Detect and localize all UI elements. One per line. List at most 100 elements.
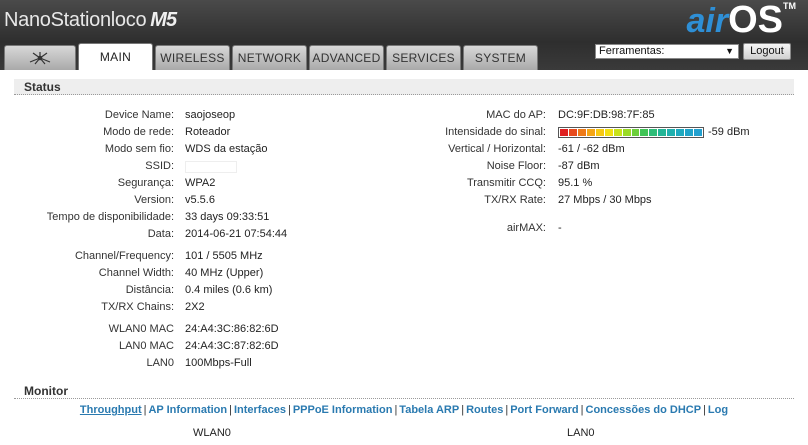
status-section-header: Status xyxy=(14,79,794,95)
row-lan0-mac: LAN0 MAC 24:A4:3C:87:82:6D xyxy=(0,340,808,354)
tab-services[interactable]: SERVICES xyxy=(386,45,461,70)
tab-wireless[interactable]: WIRELESS xyxy=(155,45,230,70)
interface-lan0-label: LAN0 xyxy=(567,427,595,439)
row-txrx-chains: TX/RX Chains: 2X2 xyxy=(0,301,808,315)
tab-network[interactable]: NETWORK xyxy=(232,45,307,70)
signal-segment xyxy=(658,129,667,136)
channel-width-value: 40 MHz (Upper) xyxy=(185,267,264,279)
link-throughput[interactable]: Throughput xyxy=(80,404,142,416)
row-signal-strength: Intensidade do sinal: -59 dBm xyxy=(0,126,808,140)
distance-value: 0.4 miles (0.6 km) xyxy=(185,284,273,296)
brand-sub: loco xyxy=(110,9,147,31)
tab-ubiquiti-logo[interactable] xyxy=(4,45,76,70)
wlan0-mac-label: WLAN0 MAC xyxy=(108,323,174,335)
link-dhcp-leases[interactable]: Concessões do DHCP xyxy=(586,404,702,416)
link-separator: | xyxy=(505,404,509,416)
signal-segment xyxy=(640,129,649,136)
link-interfaces[interactable]: Interfaces xyxy=(234,404,286,416)
link-log[interactable]: Log xyxy=(708,404,728,416)
signal-segment xyxy=(595,129,604,136)
main-tabs: MAIN WIRELESS NETWORK ADVANCED SERVICES … xyxy=(4,43,540,70)
row-lan0: LAN0 100Mbps-Full xyxy=(0,357,808,371)
link-arp-table[interactable]: Tabela ARP xyxy=(399,404,459,416)
row-vertical-horizontal: Vertical / Horizontal: -61 / -62 dBm xyxy=(0,143,808,157)
logo-os: OS xyxy=(728,0,783,41)
monitor-title: Monitor xyxy=(24,384,68,398)
ap-mac-label: MAC do AP: xyxy=(486,109,546,121)
status-title: Status xyxy=(24,80,61,94)
brand-model: M5 xyxy=(150,9,177,31)
product-brand: NanoStationloco M5 xyxy=(4,9,177,32)
airos-logo: airOSTM xyxy=(687,0,797,41)
signal-segment xyxy=(622,129,631,136)
link-separator: | xyxy=(394,404,398,416)
noise-floor-label: Noise Floor: xyxy=(486,160,546,172)
signal-segment xyxy=(667,129,676,136)
row-channel-frequency: Channel/Frequency: 101 / 5505 MHz xyxy=(0,250,808,264)
airmax-value: - xyxy=(558,222,562,234)
link-separator: | xyxy=(287,404,291,416)
link-port-forward[interactable]: Port Forward xyxy=(510,404,578,416)
noise-floor-value: -87 dBm xyxy=(558,160,600,172)
ubiquiti-icon xyxy=(29,52,51,65)
monitor-section-header: Monitor xyxy=(14,383,794,399)
transmit-ccq-value: 95.1 % xyxy=(558,177,593,189)
row-ap-mac: MAC do AP: DC:9F:DB:98:7F:85 xyxy=(0,109,808,123)
row-channel-width: Channel Width: 40 MHz (Upper) xyxy=(0,267,808,281)
logo-tm: TM xyxy=(783,1,796,11)
signal-segment xyxy=(685,129,694,136)
link-separator: | xyxy=(461,404,465,416)
signal-segment xyxy=(694,129,702,136)
row-txrx-rate: TX/RX Rate: 27 Mbps / 30 Mbps xyxy=(0,194,808,208)
row-distance: Distância: 0.4 miles (0.6 km) xyxy=(0,284,808,298)
monitor-links: Throughput | AP Information | Interfaces | PPP… xyxy=(0,404,808,416)
tools-select-value: Ferramentas: xyxy=(599,45,665,57)
channel-frequency-label: Channel/Frequency: xyxy=(74,250,174,262)
wlan0-mac-value: 24:A4:3C:86:82:6D xyxy=(185,323,279,335)
interface-wlan0-label: WLAN0 xyxy=(193,427,231,439)
brand-name: NanoStation xyxy=(4,9,111,31)
txrx-chains-label: TX/RX Chains: xyxy=(101,301,174,313)
tab-main[interactable]: MAIN xyxy=(78,43,153,70)
signal-strength-bar xyxy=(558,127,704,138)
signal-segment xyxy=(631,129,640,136)
signal-segment xyxy=(613,129,622,136)
link-separator: | xyxy=(703,404,706,416)
signal-strength-value: -59 dBm xyxy=(708,126,750,138)
transmit-ccq-label: Transmitir CCQ: xyxy=(466,177,546,189)
main-content: Status Device Name: saojoseop Modo de re… xyxy=(0,70,808,445)
row-transmit-ccq: Transmitir CCQ: 95.1 % xyxy=(0,177,808,191)
signal-segment xyxy=(560,129,568,136)
ap-mac-value: DC:9F:DB:98:7F:85 xyxy=(558,109,655,121)
link-pppoe-information[interactable]: PPPoE Information xyxy=(293,404,393,416)
header-bar: NanoStationloco M5 airOSTM MAIN WIRELESS … xyxy=(0,0,808,70)
signal-segment xyxy=(586,129,595,136)
link-separator: | xyxy=(580,404,584,416)
tab-advanced[interactable]: ADVANCED xyxy=(309,45,384,70)
lan0-mac-label: LAN0 MAC xyxy=(118,340,174,352)
link-ap-information[interactable]: AP Information xyxy=(148,404,227,416)
logout-button[interactable]: Logout xyxy=(743,43,791,60)
channel-frequency-value: 101 / 5505 MHz xyxy=(185,250,263,262)
link-separator: | xyxy=(229,404,232,416)
tools-select[interactable]: Ferramentas: ▼ xyxy=(595,44,739,59)
logo-air: air xyxy=(686,2,729,40)
link-routes[interactable]: Routes xyxy=(466,404,503,416)
row-airmax: airMAX: - xyxy=(0,222,808,236)
txrx-rate-label: TX/RX Rate: xyxy=(484,194,546,206)
signal-segment xyxy=(577,129,586,136)
signal-segment xyxy=(604,129,613,136)
channel-width-label: Channel Width: xyxy=(98,267,174,279)
lan0-value: 100Mbps-Full xyxy=(185,357,252,369)
signal-segment xyxy=(649,129,658,136)
airmax-label: airMAX: xyxy=(506,222,546,234)
row-noise-floor: Noise Floor: -87 dBm xyxy=(0,160,808,174)
chevron-down-icon: ▼ xyxy=(725,46,734,56)
signal-segment xyxy=(676,129,685,136)
link-separator: | xyxy=(143,404,147,416)
signal-segment xyxy=(568,129,577,136)
vertical-horizontal-value: -61 / -62 dBm xyxy=(558,143,625,155)
lan0-label: LAN0 xyxy=(146,357,174,369)
signal-strength-label: Intensidade do sinal: xyxy=(445,126,546,138)
tab-system[interactable]: SYSTEM xyxy=(463,45,538,70)
